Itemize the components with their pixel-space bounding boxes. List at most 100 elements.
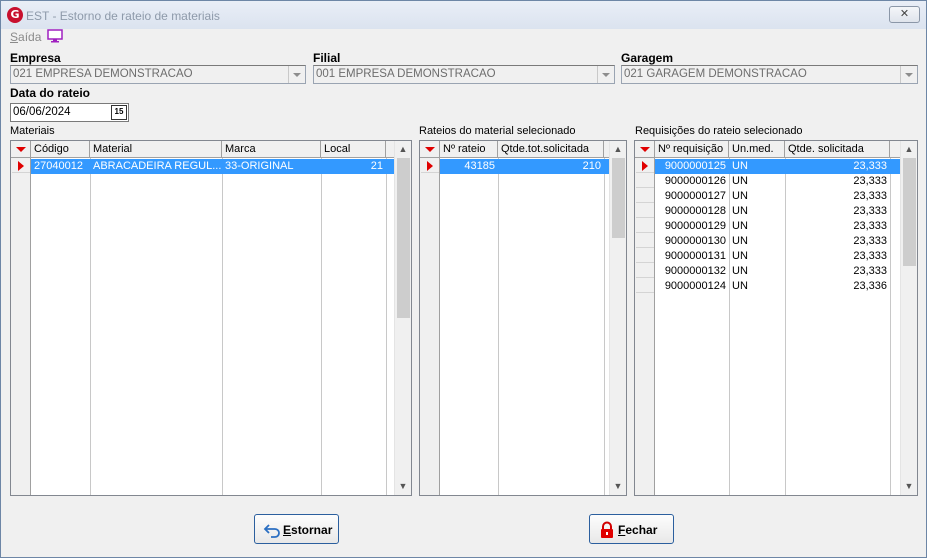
window-title: EST - Estorno de rateio de materiais	[26, 9, 220, 23]
scroll-down-icon[interactable]: ▼	[610, 478, 626, 495]
header-numero-requisicao[interactable]: Nº requisição	[655, 141, 729, 158]
empresa-dropdown-icon[interactable]	[288, 66, 305, 83]
garagem-dropdown-icon[interactable]	[900, 66, 917, 83]
estornar-button[interactable]: Estornar	[254, 514, 339, 544]
filial-dropdown-icon[interactable]	[597, 66, 614, 83]
current-row-indicator-icon	[636, 159, 654, 173]
row-indicator	[636, 219, 654, 233]
sort-arrow-icon[interactable]	[11, 141, 31, 158]
data-rateio-label: Data do rateio	[10, 86, 91, 100]
table-row[interactable]: 9000000130 UN 23,333	[655, 234, 900, 249]
garagem-combo[interactable]: 021 GARAGEM DEMONSTRACAO	[621, 65, 918, 84]
cell-un-med: UN	[732, 280, 748, 292]
table-row[interactable]: 9000000131 UN 23,333	[655, 249, 900, 264]
cell-qtde-solicitada: 23,333	[853, 175, 887, 187]
cell-material: ABRACADEIRA REGUL...	[93, 160, 222, 172]
column-divider	[222, 158, 223, 495]
cell-qtde-solicitada: 23,336	[853, 280, 887, 292]
cell-numero-requisicao: 9000000128	[664, 205, 726, 217]
table-row[interactable]: 9000000126 UN 23,333	[655, 174, 900, 189]
row-indicator	[636, 279, 654, 293]
scroll-thumb[interactable]	[903, 158, 916, 266]
row-indicator	[636, 189, 654, 203]
cell-qtde-solicitada: 23,333	[853, 250, 887, 262]
table-row[interactable]: 9000000129 UN 23,333	[655, 219, 900, 234]
menu-saida-accel: S	[10, 30, 19, 44]
calendar-icon[interactable]: 15	[111, 105, 127, 120]
row-indicator	[636, 249, 654, 263]
data-rateio-value: 06/06/2024	[13, 106, 71, 118]
row-indicator	[636, 174, 654, 188]
empresa-label: Empresa	[10, 51, 61, 65]
filial-combo[interactable]: 001 EMPRESA DEMONSTRACAO	[313, 65, 615, 84]
materiais-scrollbar[interactable]: ▲ ▼	[394, 141, 411, 495]
rateios-header: Nº rateio Qtde.tot.solicitada	[420, 141, 609, 158]
current-row-indicator-icon	[421, 159, 439, 173]
materiais-grid[interactable]: Código Material Marca Local 27040012 ABR…	[10, 140, 412, 496]
scroll-up-icon[interactable]: ▲	[395, 141, 411, 158]
cell-un-med: UN	[732, 235, 748, 247]
cell-qtde-solicitada: 23,333	[853, 235, 887, 247]
cell-un-med: UN	[732, 265, 748, 277]
estornar-label-rest: stornar	[291, 523, 333, 537]
scroll-up-icon[interactable]: ▲	[901, 141, 917, 158]
table-row[interactable]: 9000000124 UN 23,336	[655, 279, 900, 294]
header-codigo[interactable]: Código	[31, 141, 90, 158]
header-local[interactable]: Local	[321, 141, 386, 158]
close-window-button[interactable]: ✕	[889, 6, 920, 23]
row-indicator-column	[11, 141, 31, 495]
requisicoes-scrollbar[interactable]: ▲ ▼	[900, 141, 917, 495]
cell-numero-requisicao: 9000000125	[664, 160, 726, 172]
cell-codigo: 27040012	[34, 160, 83, 172]
data-rateio-field[interactable]: 06/06/2024 15	[10, 103, 129, 122]
header-numero-rateio[interactable]: Nº rateio	[440, 141, 498, 158]
scroll-down-icon[interactable]: ▼	[901, 478, 917, 495]
row-indicator	[636, 264, 654, 278]
table-row[interactable]: 9000000128 UN 23,333	[655, 204, 900, 219]
main-window: G EST - Estorno de rateio de materiais ✕…	[0, 0, 927, 558]
cell-numero-requisicao: 9000000129	[664, 220, 726, 232]
estornar-label: Estornar	[283, 523, 332, 537]
table-row[interactable]: 9000000125 UN 23,333	[655, 159, 900, 174]
cell-un-med: UN	[732, 175, 748, 187]
empresa-combo[interactable]: 021 EMPRESA DEMONSTRACAO	[10, 65, 306, 84]
sort-arrow-icon[interactable]	[635, 141, 655, 158]
scroll-up-icon[interactable]: ▲	[610, 141, 626, 158]
cell-qtde-tot: 210	[582, 160, 601, 172]
table-row[interactable]: 9000000127 UN 23,333	[655, 189, 900, 204]
requisicoes-grid[interactable]: Nº requisição Un.med. Qtde. solicitada 9…	[634, 140, 918, 496]
undo-arrow-icon	[263, 524, 280, 538]
fechar-button[interactable]: Fechar	[589, 514, 674, 544]
header-un-med[interactable]: Un.med.	[729, 141, 785, 158]
cell-numero-requisicao: 9000000127	[664, 190, 726, 202]
garagem-value: 021 GARAGEM DEMONSTRACAO	[624, 68, 807, 80]
header-material[interactable]: Material	[90, 141, 222, 158]
scroll-down-icon[interactable]: ▼	[395, 478, 411, 495]
header-qtde-solicitada[interactable]: Qtde. solicitada	[785, 141, 890, 158]
rateios-scrollbar[interactable]: ▲ ▼	[609, 141, 626, 495]
row-indicator-column	[420, 141, 440, 495]
cell-un-med: UN	[732, 205, 748, 217]
monitor-icon[interactable]	[47, 29, 63, 43]
row-indicator	[636, 234, 654, 248]
menu-bar: Saída	[1, 29, 926, 45]
menu-saida[interactable]: Saída	[10, 30, 41, 44]
empresa-value: 021 EMPRESA DEMONSTRACAO	[13, 68, 193, 80]
rateios-grid[interactable]: Nº rateio Qtde.tot.solicitada 43185 210 …	[419, 140, 627, 496]
cell-numero-requisicao: 9000000126	[664, 175, 726, 187]
cell-qtde-solicitada: 23,333	[853, 220, 887, 232]
table-row[interactable]: 9000000132 UN 23,333	[655, 264, 900, 279]
sort-arrow-icon[interactable]	[420, 141, 440, 158]
table-row[interactable]: 27040012 ABRACADEIRA REGUL... 33-ORIGINA…	[31, 159, 394, 174]
cell-numero-requisicao: 9000000124	[664, 280, 726, 292]
header-marca[interactable]: Marca	[222, 141, 321, 158]
filial-label: Filial	[313, 51, 341, 65]
header-qtde-tot[interactable]: Qtde.tot.solicitada	[498, 141, 604, 158]
scroll-thumb[interactable]	[397, 158, 410, 318]
table-row[interactable]: 43185 210	[440, 159, 609, 174]
scroll-thumb[interactable]	[612, 158, 625, 238]
filial-value: 001 EMPRESA DEMONSTRACAO	[316, 68, 496, 80]
cell-qtde-solicitada: 23,333	[853, 160, 887, 172]
lock-icon	[601, 521, 613, 538]
app-logo-icon: G	[7, 7, 23, 23]
